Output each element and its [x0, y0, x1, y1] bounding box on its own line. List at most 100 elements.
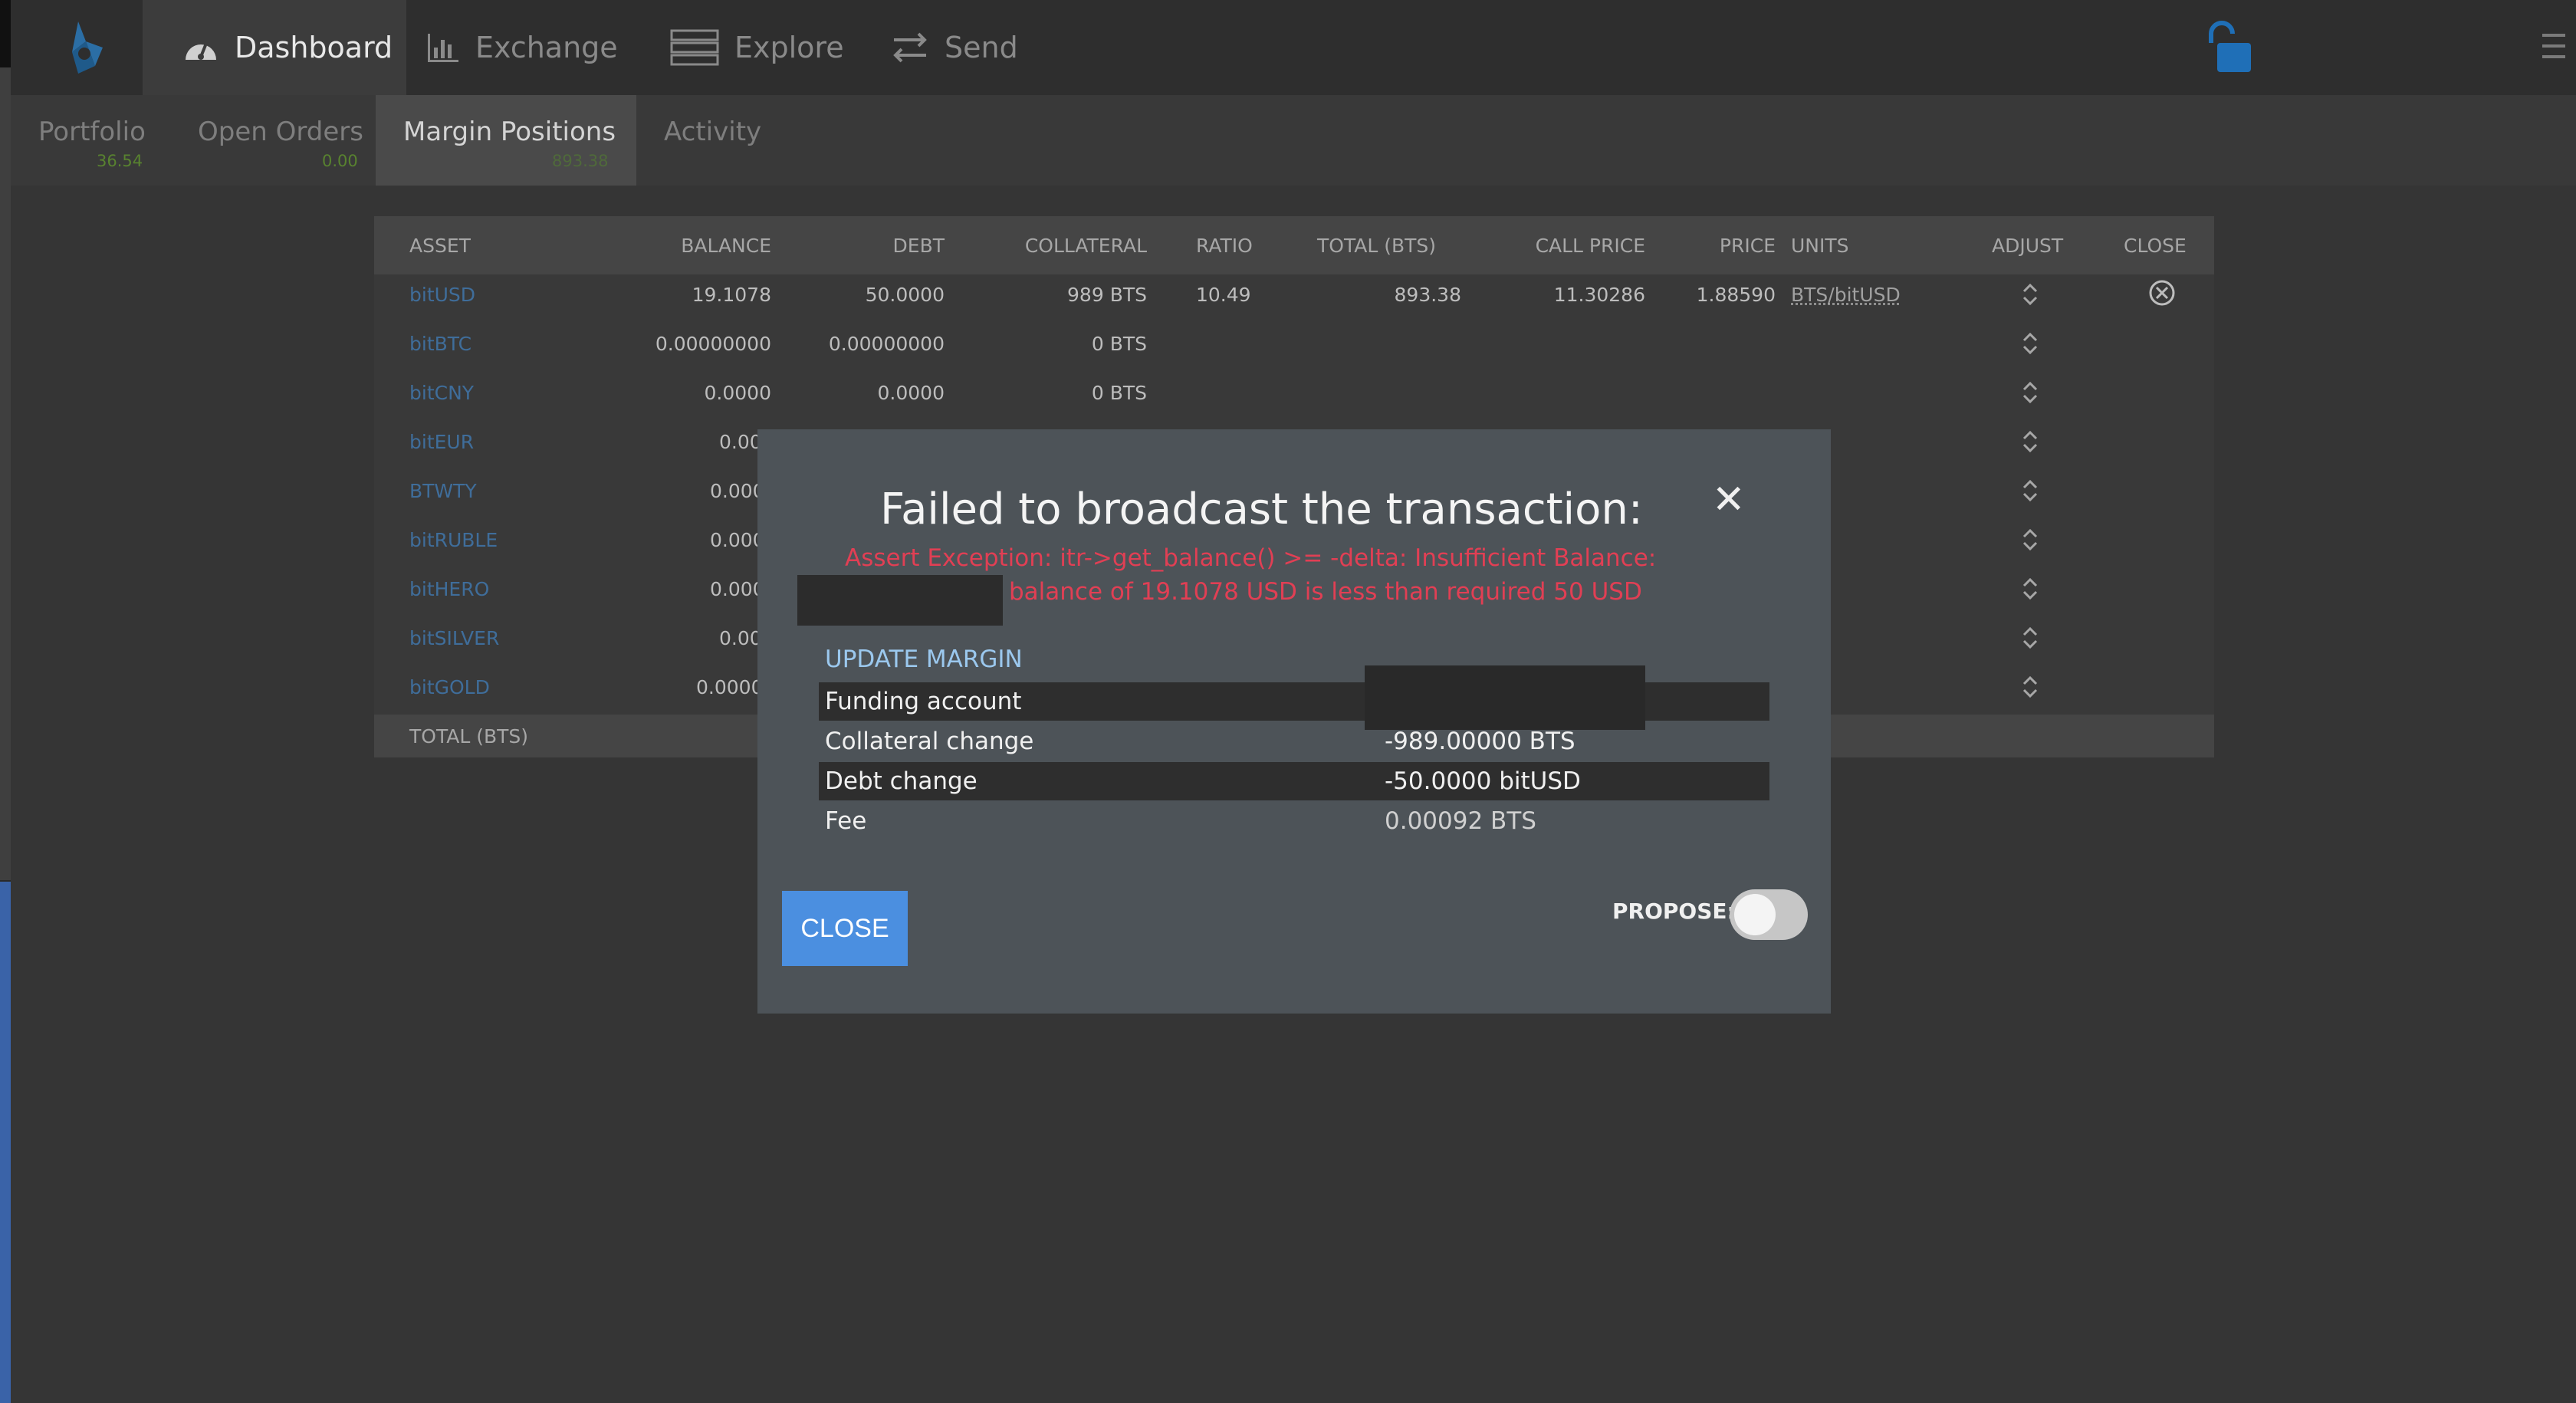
debt-cell: 0.0000: [877, 382, 945, 404]
error-message-line2: balance of 19.1078 USD is less than requ…: [1009, 578, 1642, 606]
balance-cell: 19.1078: [692, 284, 771, 306]
left-edge: [0, 0, 11, 1403]
nav-explore[interactable]: Explore: [670, 0, 844, 95]
nav-exchange-label: Exchange: [475, 31, 618, 64]
col-balance: BALANCE: [681, 235, 771, 257]
redacted-block: [797, 575, 1003, 626]
edge-bottom: [0, 882, 11, 1403]
balance-cell: 0.00000000: [655, 333, 771, 355]
balance-cell: 0.0000: [704, 382, 771, 404]
propose-label: PROPOSE:: [1612, 899, 1736, 924]
tab-open-orders-label: Open Orders: [198, 117, 363, 147]
unlock-icon[interactable]: [2202, 20, 2252, 77]
asset-link[interactable]: bitBTC: [409, 333, 472, 355]
collateral-cell: 989 BTS: [1067, 284, 1147, 306]
hamburger-icon[interactable]: [2542, 31, 2565, 64]
col-price: PRICE: [1719, 235, 1776, 257]
tab-activity-label: Activity: [664, 117, 762, 147]
asset-link[interactable]: bitEUR: [409, 431, 474, 453]
nav-send-label: Send: [945, 31, 1018, 64]
table-header: ASSET BALANCE DEBT COLLATERAL RATIO TOTA…: [374, 216, 2214, 274]
close-position-icon[interactable]: [2147, 278, 2177, 308]
col-debt: DEBT: [892, 235, 945, 257]
tab-margin-positions-label: Margin Positions: [403, 117, 616, 147]
bitshares-logo[interactable]: [55, 18, 113, 77]
col-total: TOTAL (BTS): [1317, 235, 1437, 257]
col-call-price: CALL PRICE: [1535, 235, 1645, 257]
collateral-change-value: -989.00000 BTS: [1385, 728, 1576, 755]
tab-margin-positions-amount: 893.38: [552, 152, 609, 170]
fee-label: Fee: [825, 807, 867, 835]
balance-cell: 0.00: [719, 431, 762, 453]
asset-link[interactable]: bitRUBLE: [409, 529, 498, 551]
fee-value: 0.00092 BTS: [1385, 807, 1536, 835]
col-close: CLOSE: [2124, 235, 2187, 257]
error-message-line1: Assert Exception: itr->get_balance() >= …: [845, 544, 1657, 572]
nav-exchange[interactable]: Exchange: [426, 0, 618, 95]
debt-cell: 50.0000: [865, 284, 945, 306]
collateral-change-label: Collateral change: [825, 728, 1034, 755]
total-cell: 893.38: [1394, 284, 1461, 306]
tab-open-orders[interactable]: Open Orders 0.00: [187, 95, 379, 186]
toggle-knob: [1734, 894, 1776, 935]
server-icon: [670, 29, 719, 66]
scrollbar[interactable]: [0, 67, 11, 880]
operation-title: UPDATE MARGIN: [825, 646, 1023, 673]
balance-cell: 0.000: [710, 578, 765, 600]
tab-activity[interactable]: Activity: [655, 95, 793, 186]
asset-link[interactable]: bitSILVER: [409, 627, 499, 649]
tab-portfolio[interactable]: Portfolio 36.54: [11, 95, 164, 186]
nav-dashboard-label: Dashboard: [235, 31, 393, 64]
call-price-cell: 11.30286: [1553, 284, 1645, 306]
debt-change-value: -50.0000 bitUSD: [1385, 767, 1581, 795]
adjust-icon[interactable]: [2021, 477, 2039, 504]
adjust-icon[interactable]: [2021, 575, 2039, 603]
close-icon[interactable]: ✕: [1712, 477, 1746, 523]
balance-cell: 0.0000: [696, 676, 764, 698]
close-button[interactable]: CLOSE: [782, 891, 908, 966]
asset-link[interactable]: bitGOLD: [409, 676, 490, 698]
tab-portfolio-amount: 36.54: [97, 152, 143, 170]
funding-account-label: Funding account: [825, 688, 1022, 715]
adjust-icon[interactable]: [2021, 379, 2039, 406]
ratio-cell: 10.49: [1196, 284, 1251, 306]
adjust-icon[interactable]: [2021, 624, 2039, 652]
top-navbar: Dashboard Exchange Explore Send: [11, 0, 2576, 95]
debt-change-label: Debt change: [825, 767, 978, 795]
debt-cell: 0.00000000: [828, 333, 945, 355]
redacted-account: [1365, 665, 1645, 730]
adjust-icon[interactable]: [2021, 526, 2039, 554]
total-label: TOTAL (BTS): [409, 725, 529, 748]
modal-title: Failed to broadcast the transaction:: [880, 485, 1643, 534]
tab-margin-positions[interactable]: Margin Positions 893.38: [376, 95, 636, 186]
balance-cell: 0.00: [719, 627, 762, 649]
balance-cell: 0.000: [710, 480, 765, 502]
tab-portfolio-label: Portfolio: [38, 117, 146, 147]
propose-toggle[interactable]: [1730, 889, 1808, 940]
adjust-icon[interactable]: [2021, 673, 2039, 701]
account-tabs: Portfolio 36.54 Open Orders 0.00 Margin …: [11, 95, 2576, 186]
col-adjust: ADJUST: [1992, 235, 2064, 257]
fee-row: Fee 0.00092 BTS: [819, 802, 1769, 840]
asset-link[interactable]: bitUSD: [409, 284, 475, 306]
col-units: UNITS: [1791, 235, 1849, 257]
transaction-error-modal: Failed to broadcast the transaction: ✕ A…: [757, 429, 1831, 1014]
asset-link[interactable]: bitCNY: [409, 382, 474, 404]
nav-dashboard[interactable]: Dashboard: [143, 0, 406, 95]
adjust-icon[interactable]: [2021, 330, 2039, 357]
tab-open-orders-amount: 0.00: [322, 152, 358, 170]
dashboard-icon: [186, 41, 216, 60]
col-ratio: RATIO: [1196, 235, 1253, 257]
collateral-cell: 0 BTS: [1091, 333, 1147, 355]
price-cell: 1.88590: [1696, 284, 1776, 306]
adjust-icon[interactable]: [2021, 428, 2039, 455]
col-asset: ASSET: [409, 235, 471, 257]
debt-change-row: Debt change -50.0000 bitUSD: [819, 762, 1769, 800]
balance-cell: 0.000: [710, 529, 765, 551]
asset-link[interactable]: BTWTY: [409, 480, 477, 502]
nav-send[interactable]: Send: [891, 0, 1018, 95]
adjust-icon[interactable]: [2021, 281, 2039, 308]
asset-link[interactable]: bitHERO: [409, 578, 489, 600]
edge-top: [0, 0, 11, 67]
units-cell[interactable]: BTS/bitUSD: [1791, 284, 1901, 306]
